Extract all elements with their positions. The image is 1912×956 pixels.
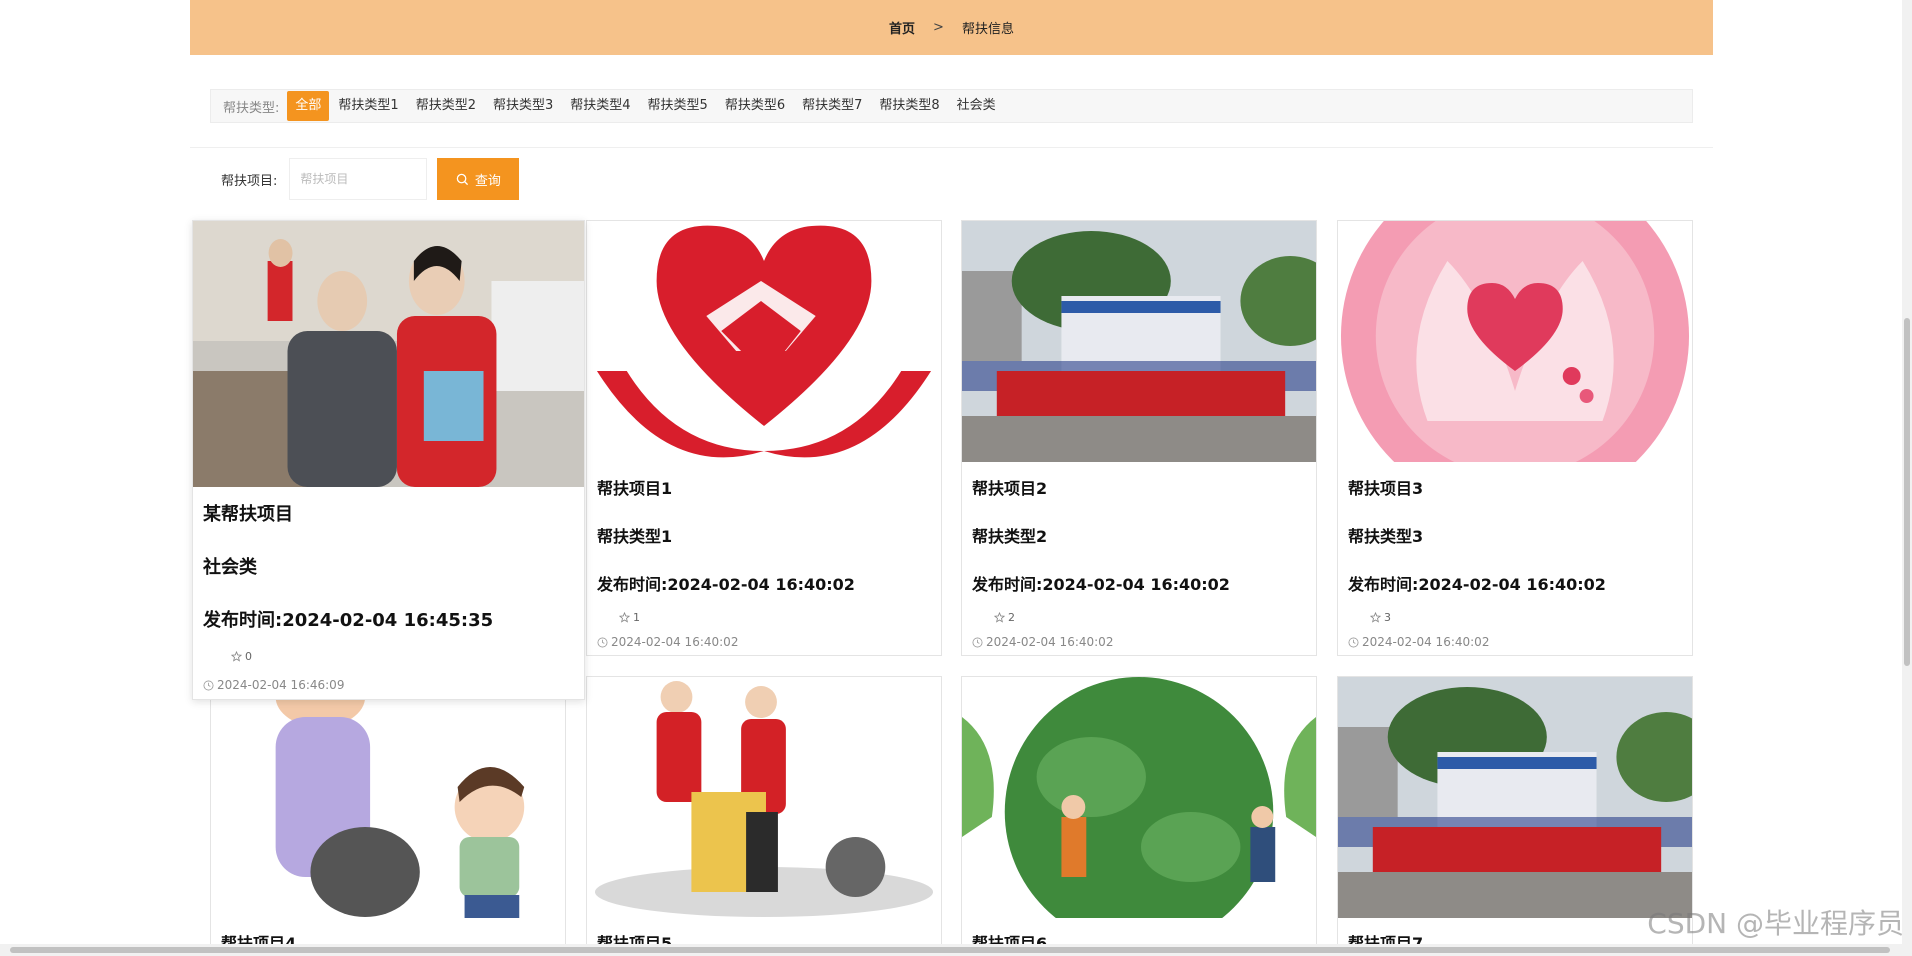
project-pubtime: 发布时间:2024-02-04 16:40:02 <box>597 575 855 594</box>
project-image-stage[interactable] <box>962 221 1316 462</box>
filter-item-type7[interactable]: 帮扶类型7 <box>794 91 870 121</box>
query-button[interactable]: 查询 <box>437 158 520 200</box>
project-title: 帮扶项目2 <box>972 479 1048 498</box>
filter-item-type8[interactable]: 帮扶类型8 <box>871 91 947 121</box>
project-title: 帮扶项目3 <box>1348 479 1424 498</box>
like-count-value: 3 <box>1384 611 1391 624</box>
timestamp-value: 2024-02-04 16:40:02 <box>986 635 1114 649</box>
project-timestamp: 2024-02-04 16:46:09 <box>203 678 344 692</box>
like-count[interactable]: 0 <box>231 650 252 663</box>
project-card[interactable]: 帮扶项目6 <box>961 676 1317 956</box>
like-count-value: 1 <box>633 611 640 624</box>
clock-icon <box>1348 637 1359 647</box>
search-row: 帮扶项目: 查询 <box>190 147 1713 210</box>
breadcrumb-home[interactable]: 首页 <box>889 18 915 37</box>
vertical-scrollbar[interactable] <box>1902 0 1912 944</box>
search-label: 帮扶项目: <box>221 173 278 189</box>
project-card[interactable]: 帮扶项目1 帮扶类型1 发布时间:2024-02-04 16:40:02 1 2… <box>586 220 942 656</box>
search-input[interactable] <box>289 158 428 200</box>
project-timestamp: 2024-02-04 16:40:02 <box>972 635 1113 649</box>
star-icon <box>994 612 1005 623</box>
project-image-kids-cleanup[interactable] <box>211 677 565 918</box>
filter-item-all[interactable]: 全部 <box>287 91 330 121</box>
timestamp-value: 2024-02-04 16:46:09 <box>217 678 345 692</box>
filter-item-type3[interactable]: 帮扶类型3 <box>485 91 561 121</box>
project-card[interactable]: 帮扶项目7 <box>1337 676 1693 956</box>
project-image-green-earth[interactable] <box>962 677 1316 918</box>
clock-icon <box>203 680 214 690</box>
project-type: 帮扶类型1 <box>597 527 673 546</box>
search-icon <box>456 173 468 185</box>
like-count[interactable]: 2 <box>994 611 1015 624</box>
filter-item-type6[interactable]: 帮扶类型6 <box>717 91 793 121</box>
timestamp-value: 2024-02-04 16:40:02 <box>611 635 739 649</box>
project-pubtime: 发布时间:2024-02-04 16:40:02 <box>972 575 1230 594</box>
project-image-volunteer[interactable] <box>193 221 584 487</box>
clock-icon <box>972 637 983 647</box>
filter-item-type1[interactable]: 帮扶类型1 <box>330 91 406 121</box>
project-pubtime: 发布时间:2024-02-04 16:40:02 <box>1348 575 1606 594</box>
project-type: 帮扶类型3 <box>1348 527 1424 546</box>
project-type: 社会类 <box>203 557 257 578</box>
page: 首页 > 帮扶信息 帮扶类型: 全部 帮扶类型1 帮扶类型2 帮扶类型3 帮扶类… <box>0 0 1912 956</box>
like-count-value: 0 <box>245 650 252 663</box>
project-image-volunteers-bag[interactable] <box>587 677 941 918</box>
like-count-value: 2 <box>1008 611 1015 624</box>
project-timestamp: 2024-02-04 16:40:02 <box>597 635 738 649</box>
type-filter-label: 帮扶类型: <box>223 100 280 116</box>
project-timestamp: 2024-02-04 16:40:02 <box>1348 635 1489 649</box>
project-pubtime: 发布时间:2024-02-04 16:45:35 <box>203 610 494 631</box>
project-card[interactable]: 帮扶项目5 <box>586 676 942 956</box>
project-image-stage[interactable] <box>1338 677 1692 918</box>
filter-item-type5[interactable]: 帮扶类型5 <box>640 91 716 121</box>
star-icon <box>619 612 630 623</box>
horizontal-scrollbar[interactable] <box>0 944 1912 956</box>
query-button-label: 查询 <box>474 172 501 188</box>
like-count[interactable]: 1 <box>619 611 640 624</box>
vertical-scroll-thumb[interactable] <box>1904 318 1910 666</box>
filter-item-type4[interactable]: 帮扶类型4 <box>562 91 638 121</box>
project-card[interactable]: 某帮扶项目 社会类 发布时间:2024-02-04 16:45:35 0 202… <box>192 220 585 700</box>
breadcrumb: 首页 > 帮扶信息 <box>190 0 1713 55</box>
project-type: 帮扶类型2 <box>972 527 1048 546</box>
star-icon <box>231 651 242 662</box>
type-filter-bar: 帮扶类型: 全部 帮扶类型1 帮扶类型2 帮扶类型3 帮扶类型4 帮扶类型5 帮… <box>210 89 1693 123</box>
project-title: 帮扶项目1 <box>597 479 673 498</box>
horizontal-scroll-thumb[interactable] <box>10 947 1890 953</box>
timestamp-value: 2024-02-04 16:40:02 <box>1362 635 1490 649</box>
filter-item-social[interactable]: 社会类 <box>949 91 1004 121</box>
project-image-heart-handshake[interactable] <box>587 221 941 462</box>
project-image-pink-hands[interactable] <box>1338 221 1692 462</box>
breadcrumb-current: 帮扶信息 <box>961 22 1014 37</box>
filter-item-type2[interactable]: 帮扶类型2 <box>408 91 484 121</box>
project-card[interactable]: 帮扶项目4 <box>210 676 566 956</box>
star-icon <box>1370 612 1381 623</box>
breadcrumb-separator: > <box>933 20 944 35</box>
project-card[interactable]: 帮扶项目3 帮扶类型3 发布时间:2024-02-04 16:40:02 3 2… <box>1337 220 1693 656</box>
project-title: 某帮扶项目 <box>203 504 293 525</box>
watermark: CSDN @毕业程序员 <box>1647 907 1904 940</box>
main-container: 首页 > 帮扶信息 帮扶类型: 全部 帮扶类型1 帮扶类型2 帮扶类型3 帮扶类… <box>190 0 1713 956</box>
clock-icon <box>597 637 608 647</box>
like-count[interactable]: 3 <box>1370 611 1391 624</box>
project-card[interactable]: 帮扶项目2 帮扶类型2 发布时间:2024-02-04 16:40:02 2 2… <box>961 220 1317 656</box>
